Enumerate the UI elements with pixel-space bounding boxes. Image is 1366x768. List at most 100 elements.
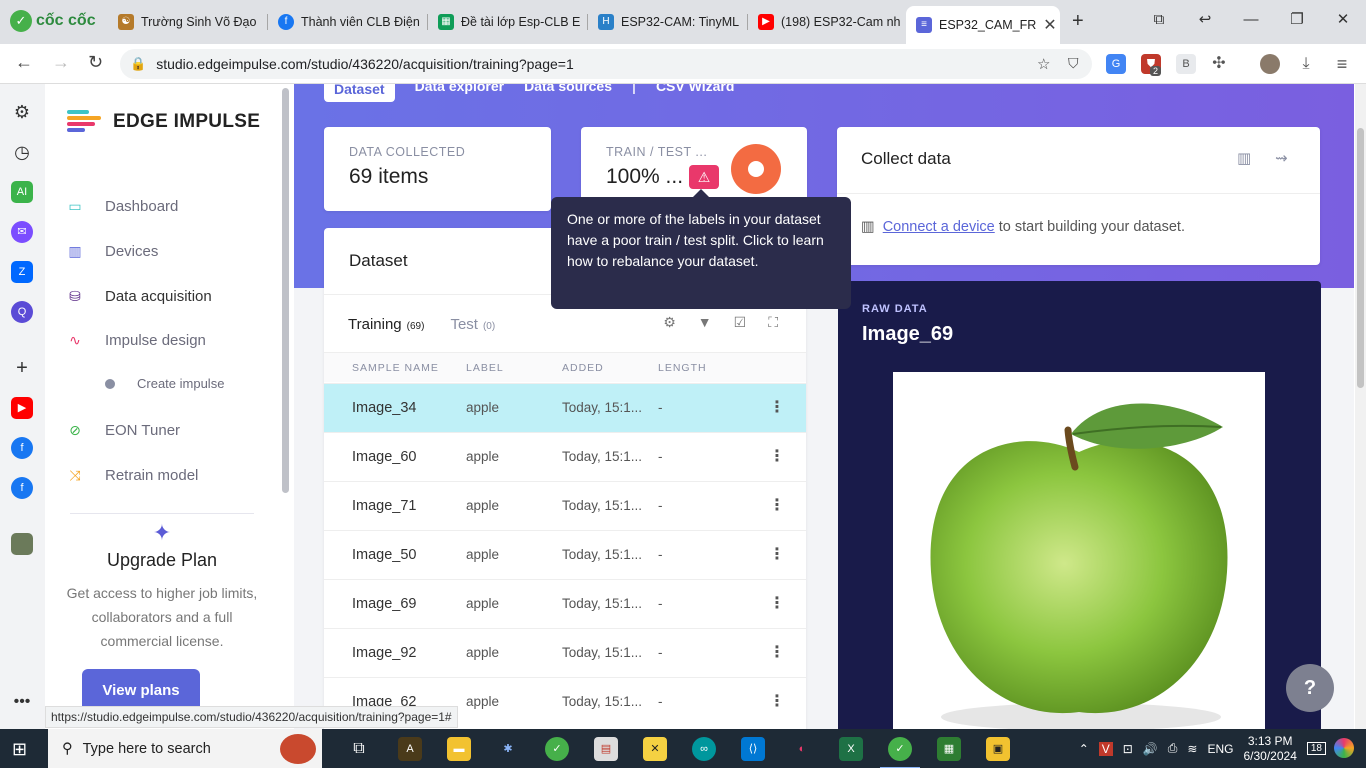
url-input[interactable]: 🔒 studio.edgeimpulse.com/studio/436220/a… — [120, 49, 1092, 79]
translate-icon[interactable]: G — [1106, 54, 1126, 74]
row-menu-icon[interactable]: ⋮ — [769, 482, 785, 530]
task-view-icon[interactable]: ⧉ — [347, 737, 371, 761]
page-scrollbar-thumb[interactable] — [1357, 128, 1364, 388]
column-label[interactable]: LABEL — [466, 353, 504, 383]
notification-count[interactable]: 18 — [1306, 742, 1326, 755]
row-menu-icon[interactable]: ⋮ — [769, 531, 785, 579]
row-menu-icon[interactable]: ⋮ — [769, 629, 785, 677]
sidebar-subitem-create-impulse[interactable]: Create impulse — [105, 376, 224, 391]
zalo-icon[interactable]: Z — [11, 261, 33, 283]
table-row[interactable]: Image_69 apple Today, 15:1... - ⋮ — [324, 579, 806, 628]
clock[interactable]: 3:13 PM 6/30/2024 — [1243, 734, 1296, 764]
row-menu-icon[interactable]: ⋮ — [769, 433, 785, 481]
reload-icon[interactable]: ↻ — [88, 52, 103, 73]
column-added[interactable]: ADDED — [562, 353, 604, 383]
warning-icon[interactable]: ⚠ — [689, 165, 720, 190]
tray-app-icon[interactable]: V — [1098, 741, 1113, 756]
row-menu-icon[interactable]: ⋮ — [769, 384, 785, 432]
tab-search-icon[interactable]: ⧉ — [1136, 0, 1182, 40]
youtube-rail-icon[interactable]: ▶ — [11, 397, 33, 419]
widget-icon[interactable] — [1334, 738, 1354, 758]
facebook-rail-icon[interactable]: f — [11, 437, 33, 459]
ai-assistant-icon[interactable]: AI — [11, 181, 33, 203]
tab-data-sources[interactable]: Data sources — [524, 84, 612, 102]
messenger-icon[interactable]: ✉ — [11, 221, 33, 243]
row-menu-icon[interactable]: ⋮ — [769, 678, 785, 726]
search-highlight-icon[interactable] — [280, 733, 316, 764]
forward-icon[interactable]: → — [52, 52, 70, 73]
tray-network-icon[interactable]: ⊡ — [1123, 742, 1133, 756]
close-tab-icon[interactable]: ✕ — [1043, 15, 1056, 35]
profile-avatar[interactable] — [1260, 54, 1280, 74]
table-row[interactable]: Image_60 apple Today, 15:1... - ⋮ — [324, 432, 806, 481]
history-icon[interactable]: ◷ — [11, 141, 33, 163]
table-row[interactable]: Image_92 apple Today, 15:1... - ⋮ — [324, 628, 806, 677]
tab-test[interactable]: Test (0) — [450, 316, 495, 333]
sidebar-item-retrain-model[interactable]: ⤨ Retrain model — [65, 465, 198, 485]
tab-csv-wizard[interactable]: CSV Wizard — [656, 84, 734, 102]
browser-tab[interactable]: ▦ Đề tài lớp Esp-CLB E — [428, 6, 588, 38]
minimize-icon[interactable]: — — [1228, 0, 1274, 40]
file-explorer-icon[interactable]: ▬ — [447, 737, 471, 761]
q-app-icon[interactable]: Q — [11, 301, 33, 323]
expand-icon[interactable]: ⛶ — [768, 314, 778, 331]
excel-icon[interactable]: X — [839, 737, 863, 761]
back-icon[interactable]: ← — [15, 52, 33, 73]
lock-icon[interactable]: 🔒 — [130, 56, 146, 72]
edge-impulse-logo[interactable]: EDGE IMPULSE — [67, 110, 260, 134]
back-history-icon[interactable]: ↩ — [1182, 0, 1228, 40]
app-icon-2[interactable]: ✕ — [643, 737, 667, 761]
network-app-icon[interactable]: ✱ — [496, 737, 520, 761]
more-apps-icon[interactable]: ••• — [11, 691, 33, 713]
select-checkbox-icon[interactable]: ☑ — [734, 314, 747, 331]
coccoc-active-icon[interactable]: ✓ — [880, 737, 920, 768]
app-icon-5[interactable]: ▣ — [986, 737, 1010, 761]
sidebar-item-dashboard[interactable]: ▭ Dashboard — [65, 196, 178, 216]
row-menu-icon[interactable]: ⋮ — [769, 580, 785, 628]
settings-gear-icon[interactable]: ⚙ — [11, 101, 33, 123]
add-app-icon[interactable]: + — [11, 357, 33, 379]
bookmark-star-icon[interactable]: ☆ — [1037, 55, 1050, 73]
browser-tab[interactable]: ☯ Trường Sinh Võ Đạo — [108, 6, 268, 38]
tab-dataset[interactable]: Dataset — [324, 84, 395, 102]
tab-training[interactable]: Training (69) — [348, 316, 424, 333]
autocad-icon[interactable]: A — [398, 737, 422, 761]
facebook-rail-icon-2[interactable]: f — [11, 477, 33, 499]
split-warning-tooltip[interactable]: One or more of the labels in your datase… — [551, 189, 851, 309]
table-row[interactable]: Image_34 apple Today, 15:1... - ⋮ — [324, 383, 806, 432]
connect-device-link[interactable]: Connect a device — [883, 219, 995, 235]
volume-icon[interactable]: 🔊 — [1143, 742, 1158, 756]
sidebar-item-data-acquisition[interactable]: ⛁ Data acquisition — [65, 286, 212, 306]
sidebar-item-eon-tuner[interactable]: ⊘ EON Tuner — [65, 420, 180, 440]
tab-data-explorer[interactable]: Data explorer — [415, 84, 504, 102]
extension-b-icon[interactable]: B — [1176, 54, 1196, 74]
app-icon-3[interactable]: ◐ — [790, 737, 814, 761]
wifi-icon[interactable]: ≋ — [1187, 742, 1197, 756]
browser-tab-active[interactable]: ≡ ESP32_CAM_FR ✕ — [906, 6, 1060, 44]
menu-icon[interactable]: ≡ — [1332, 54, 1352, 74]
column-visibility-icon[interactable]: ⚙ — [663, 314, 676, 331]
column-sample-name[interactable]: SAMPLE NAME — [352, 353, 439, 383]
app-icon-4[interactable]: ▦ — [937, 737, 961, 761]
help-button[interactable]: ? — [1286, 664, 1334, 712]
sidebar-scrollbar[interactable] — [282, 88, 289, 493]
new-tab-icon[interactable]: + — [1072, 10, 1084, 33]
sidebar-item-impulse-design[interactable]: ∿ Impulse design — [65, 330, 206, 350]
sidebar-item-devices[interactable]: ▥ Devices — [65, 241, 158, 261]
download-icon[interactable]: ⤓ — [1296, 54, 1316, 74]
browser-tab[interactable]: ▶ (198) ESP32-Cam nh — [748, 6, 903, 38]
filter-icon[interactable]: ▼ — [698, 314, 712, 331]
vscode-icon[interactable]: ⟨⟩ — [741, 737, 765, 761]
table-row[interactable]: Image_50 apple Today, 15:1... - ⋮ — [324, 530, 806, 579]
page-scrollbar[interactable] — [1355, 84, 1366, 729]
close-window-icon[interactable]: ✕ — [1320, 0, 1366, 40]
device-chip-icon[interactable]: ▥ — [1237, 149, 1251, 167]
tray-device-icon[interactable]: ⎙ — [1168, 741, 1178, 756]
browser-brand[interactable]: ✓ cốc cốc — [10, 10, 96, 32]
windows-start-icon[interactable]: ⊞ — [12, 739, 27, 760]
language-indicator[interactable]: ENG — [1207, 742, 1233, 756]
taskbar-search-input[interactable]: ⚲ Type here to search — [48, 729, 322, 768]
coccoc-taskbar-icon[interactable]: ✓ — [545, 737, 569, 761]
maximize-icon[interactable]: ❐ — [1274, 0, 1320, 40]
browser-tab[interactable]: H ESP32-CAM: TinyML — [588, 6, 748, 38]
